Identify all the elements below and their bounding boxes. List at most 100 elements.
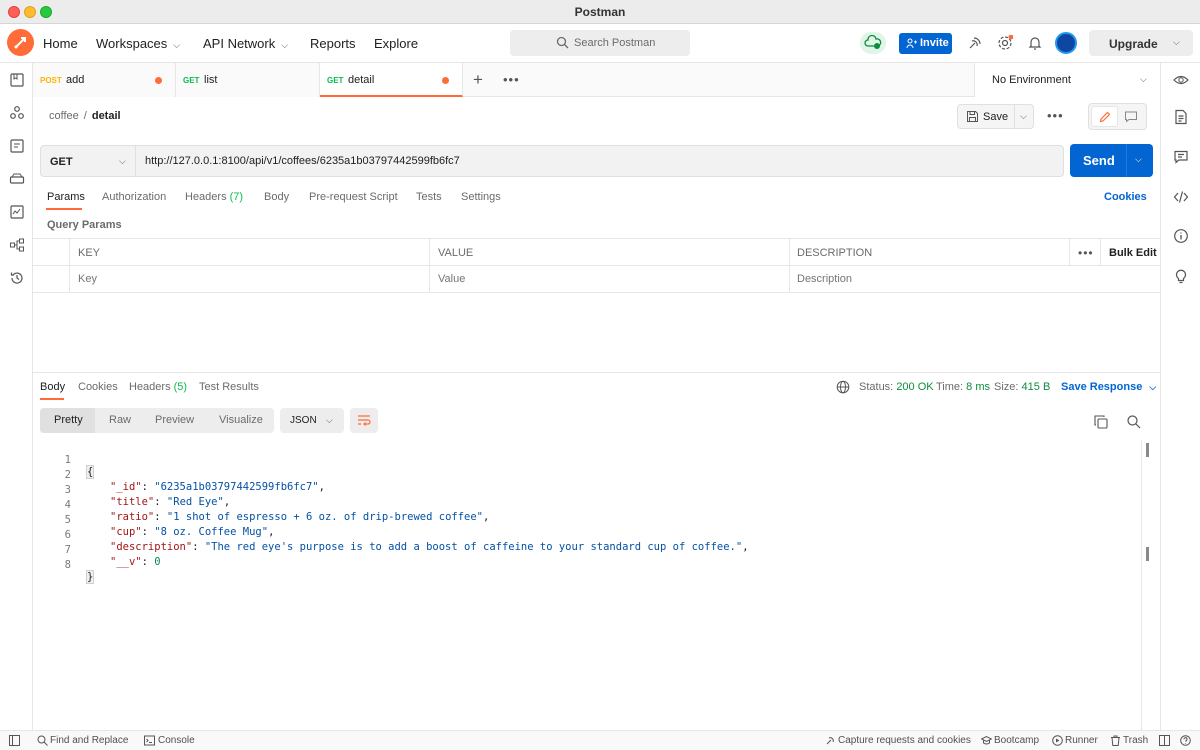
json-key: "__v" (110, 556, 142, 568)
response-time[interactable]: Time: 8 ms (936, 381, 990, 393)
console-button[interactable]: Console (158, 735, 195, 746)
nav-home[interactable]: Home (43, 36, 78, 51)
settings-gear-icon[interactable] (997, 35, 1013, 51)
format-visualize[interactable]: Visualize (219, 414, 263, 426)
editor-scroll-thumb[interactable] (1146, 443, 1149, 457)
mock-servers-icon[interactable] (9, 171, 25, 187)
history-icon[interactable] (9, 270, 25, 286)
bootcamp-button[interactable]: Bootcamp (994, 735, 1039, 746)
response-status[interactable]: Status: 200 OK (859, 381, 934, 393)
save-response-button[interactable]: Save Response ⌵ (1061, 381, 1156, 393)
chevron-down-icon[interactable]: ⌵ (1020, 111, 1027, 122)
title-bar: Postman (0, 0, 1200, 24)
toggle-sidebar-icon[interactable] (9, 735, 20, 746)
code-icon[interactable] (1173, 189, 1189, 205)
size-label: Size: (994, 381, 1019, 393)
tab-tests[interactable]: Tests (416, 191, 442, 203)
response-tab-body[interactable]: Body (40, 381, 65, 393)
save-button[interactable]: Save ⌵ (957, 104, 1034, 129)
editor-scroll-track[interactable] (1141, 440, 1142, 730)
find-and-replace-button[interactable]: Find and Replace (50, 735, 128, 746)
bulk-edit-button[interactable]: Bulk Edit (1109, 247, 1157, 259)
response-language-select[interactable]: JSON ⌵ (280, 408, 344, 433)
key-input[interactable] (78, 273, 378, 285)
chevron-down-icon[interactable]: ⌵ (1135, 154, 1142, 165)
satellite-icon[interactable] (967, 35, 983, 51)
tab-params[interactable]: Params (47, 191, 85, 203)
trash-button[interactable]: Trash (1123, 735, 1148, 746)
help-icon[interactable] (1180, 735, 1191, 746)
edit-mode-button[interactable] (1091, 106, 1118, 127)
json-value: "The red eye's purpose is to add a boost… (204, 541, 743, 553)
active-tab-indicator (46, 208, 82, 210)
wrap-lines-button[interactable] (350, 408, 378, 433)
tab-method: GET (183, 76, 200, 85)
tabs-more-icon[interactable]: ••• (503, 72, 520, 87)
invite-button[interactable]: Invite (899, 33, 952, 54)
tab-body[interactable]: Body (264, 191, 289, 203)
response-body-editor[interactable]: 1 { 2 "_id": "6235a1b03797442599fb6fc7",… (40, 442, 1140, 584)
monitors-icon[interactable] (9, 204, 25, 220)
breadcrumb-request[interactable]: detail (92, 110, 121, 122)
notifications-bell-icon[interactable] (1027, 35, 1043, 51)
sync-status-icon[interactable] (860, 32, 886, 54)
two-pane-view-icon[interactable] (1159, 735, 1170, 746)
view-mode-toggle[interactable] (1088, 103, 1147, 130)
nav-workspaces[interactable]: Workspaces ⌵ (96, 36, 180, 51)
tab-method: POST (40, 76, 62, 85)
tab-authorization[interactable]: Authorization (102, 191, 166, 203)
info-icon[interactable] (1173, 228, 1189, 244)
table-more-icon[interactable]: ••• (1078, 246, 1094, 260)
user-avatar[interactable] (1055, 32, 1077, 54)
runner-button[interactable]: Runner (1065, 735, 1098, 746)
documentation-icon[interactable] (1173, 109, 1189, 125)
description-input[interactable] (797, 273, 1057, 285)
tab-headers[interactable]: Headers (7) (185, 191, 243, 203)
environment-selector[interactable]: No Environment ⌵ (974, 63, 1160, 97)
tab-pre-request-script[interactable]: Pre-request Script (309, 191, 398, 203)
code-line: 3 "title": "Red Eye", (40, 472, 230, 508)
response-tab-cookies[interactable]: Cookies (78, 381, 118, 393)
upgrade-button[interactable]: Upgrade ⌵ (1089, 30, 1193, 56)
tab-settings[interactable]: Settings (461, 191, 501, 203)
lightbulb-icon[interactable] (1173, 268, 1189, 284)
tab-get-list[interactable]: GET list (176, 63, 320, 97)
flows-icon[interactable] (9, 237, 25, 253)
copy-icon[interactable] (1093, 414, 1109, 430)
new-tab-plus-icon[interactable]: + (473, 70, 483, 90)
response-tab-test-results[interactable]: Test Results (199, 381, 259, 393)
tab-get-detail[interactable]: GET detail (320, 63, 463, 97)
nav-explore[interactable]: Explore (374, 36, 418, 51)
format-pretty[interactable]: Pretty (54, 414, 83, 426)
editor-scroll-marker[interactable] (1146, 547, 1149, 561)
format-raw[interactable]: Raw (109, 414, 131, 426)
code-text: "description": "The red eye's purpose is… (110, 541, 749, 553)
left-sidebar (0, 63, 33, 730)
request-more-icon[interactable]: ••• (1047, 108, 1064, 123)
request-url-input[interactable] (136, 145, 1064, 177)
save-divider (1014, 105, 1015, 128)
value-input[interactable] (438, 273, 738, 285)
tab-post-add[interactable]: POST add (33, 63, 176, 97)
http-method-select[interactable]: GET ⌵ (40, 145, 136, 177)
comment-icon[interactable] (1124, 110, 1138, 124)
search-icon[interactable] (1126, 414, 1142, 430)
apis-icon[interactable] (9, 105, 25, 121)
eye-icon[interactable] (1173, 72, 1189, 88)
response-tab-headers[interactable]: Headers (5) (129, 381, 187, 393)
send-button[interactable]: Send ⌵ (1070, 144, 1153, 177)
environments-icon[interactable] (9, 138, 25, 154)
search-postman-input[interactable]: Search Postman (510, 30, 690, 56)
format-preview[interactable]: Preview (155, 414, 194, 426)
comments-icon[interactable] (1173, 149, 1189, 165)
response-divider[interactable] (33, 372, 1160, 373)
capture-requests-button[interactable]: Capture requests and cookies (838, 735, 971, 746)
postman-logo-icon[interactable] (7, 29, 34, 56)
cookies-link[interactable]: Cookies (1104, 191, 1147, 203)
collections-icon[interactable] (9, 72, 25, 88)
globe-icon[interactable] (836, 380, 850, 394)
breadcrumb-collection[interactable]: coffee (49, 110, 79, 122)
nav-api-network[interactable]: API Network ⌵ (203, 36, 288, 51)
nav-reports[interactable]: Reports (310, 36, 356, 51)
response-size[interactable]: Size: 415 B (994, 381, 1050, 393)
